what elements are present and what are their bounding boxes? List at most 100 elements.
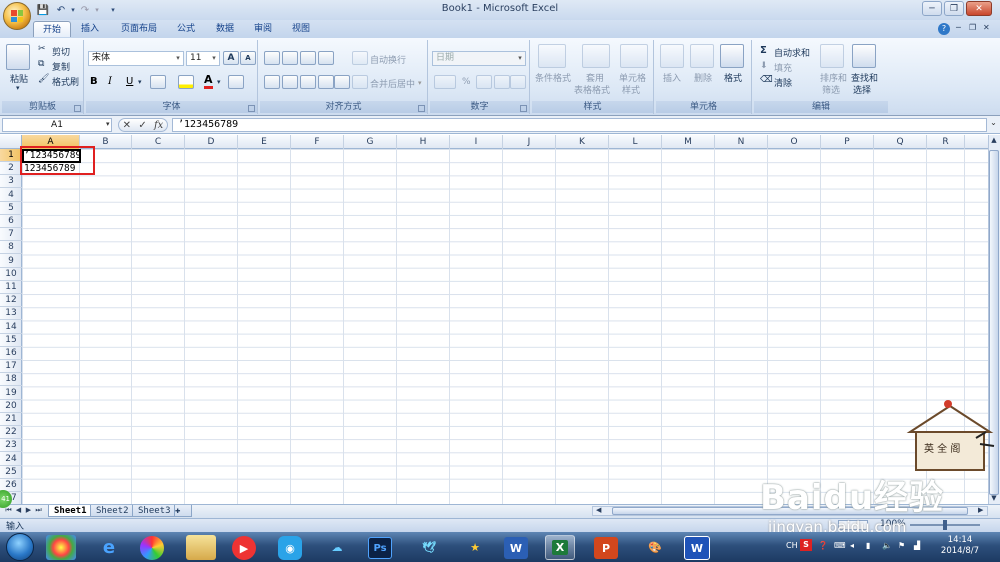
cut-label[interactable]: 剪切: [52, 45, 70, 58]
scroll-right-icon[interactable]: ▶: [978, 506, 983, 514]
tab-page-layout[interactable]: 页面布局: [112, 21, 166, 37]
row-header-22[interactable]: 22: [0, 426, 22, 440]
keyboard-icon[interactable]: ⌨: [834, 541, 846, 550]
merge-dropdown-icon[interactable]: ▾: [418, 79, 422, 87]
wrap-text-label[interactable]: 自动换行: [370, 53, 406, 66]
font-name-select[interactable]: 宋体 ▾: [88, 51, 184, 66]
underline-dropdown-icon[interactable]: ▾: [138, 78, 142, 86]
alignment-launcher-icon[interactable]: [418, 105, 425, 112]
workbook-close-icon[interactable]: ✕: [983, 23, 990, 32]
decrease-indent-icon[interactable]: [318, 75, 334, 89]
format-as-table-icon[interactable]: [582, 44, 610, 68]
wrap-text-icon[interactable]: [352, 51, 368, 65]
align-center-icon[interactable]: [282, 75, 298, 89]
cut-icon[interactable]: ✂: [38, 44, 46, 54]
fill-color-icon[interactable]: [178, 75, 194, 89]
ribbon-restore-icon[interactable]: ❐: [969, 23, 976, 32]
sheet-tab-1[interactable]: Sheet1: [48, 505, 93, 517]
row-header-17[interactable]: 17: [0, 360, 22, 374]
column-header-f[interactable]: F: [291, 135, 344, 149]
comma-style-icon[interactable]: [476, 75, 492, 89]
cloud-icon[interactable]: ☁: [322, 535, 352, 560]
insert-sheet-icon[interactable]: ✚: [174, 505, 192, 517]
paste-dropdown-icon[interactable]: ▾: [16, 84, 20, 92]
clear-label[interactable]: 清除: [774, 76, 792, 89]
align-left-icon[interactable]: [264, 75, 280, 89]
ribbon-minimize-icon[interactable]: ─: [956, 23, 961, 32]
row-header-8[interactable]: 8: [0, 241, 22, 255]
sheet-tab-2[interactable]: Sheet2: [90, 505, 135, 517]
language-indicator[interactable]: CH: [786, 541, 798, 550]
row-header-10[interactable]: 10: [0, 268, 22, 281]
paint-icon[interactable]: 🎨: [640, 535, 670, 560]
expand-formula-bar-icon[interactable]: ⌄: [988, 118, 999, 132]
column-header-m[interactable]: M: [662, 135, 715, 149]
format-cells-label[interactable]: 格式: [724, 71, 742, 84]
row-header-7[interactable]: 7: [0, 228, 22, 242]
speaker-icon[interactable]: 🔈: [882, 541, 892, 550]
row-header-25[interactable]: 25: [0, 466, 22, 479]
photoshop-icon[interactable]: Ps: [368, 537, 392, 559]
tab-review[interactable]: 审阅: [245, 21, 281, 37]
orientation-icon[interactable]: [318, 51, 334, 65]
column-header-e[interactable]: E: [238, 135, 291, 149]
column-header-i[interactable]: I: [450, 135, 503, 149]
clipboard-launcher-icon[interactable]: [74, 105, 81, 112]
row-header-13[interactable]: 13: [0, 307, 22, 321]
column-header-h[interactable]: H: [397, 135, 450, 149]
row-header-24[interactable]: 24: [0, 453, 22, 466]
column-header-j[interactable]: J: [503, 135, 556, 149]
row-header-6[interactable]: 6: [0, 215, 22, 228]
column-header-r[interactable]: R: [927, 135, 965, 149]
format-as-table-label-2[interactable]: 表格格式: [574, 83, 610, 96]
paste-icon[interactable]: [6, 44, 30, 70]
row-header-19[interactable]: 19: [0, 387, 22, 400]
insert-cells-icon[interactable]: [660, 44, 684, 68]
ie-icon[interactable]: e: [94, 535, 124, 560]
prev-sheet-icon[interactable]: ◀: [14, 506, 23, 515]
percent-button[interactable]: %: [462, 77, 471, 87]
align-middle-icon[interactable]: [282, 51, 298, 65]
fill-label[interactable]: 填充: [774, 61, 792, 74]
row-header-21[interactable]: 21: [0, 413, 22, 426]
column-header-k[interactable]: K: [556, 135, 609, 149]
row-header-16[interactable]: 16: [0, 347, 22, 360]
font-color-dropdown-icon[interactable]: ▾: [217, 78, 221, 86]
insert-function-icon[interactable]: fx: [154, 120, 163, 131]
conditional-format-label[interactable]: 条件格式: [535, 71, 571, 84]
zoom-slider-thumb[interactable]: [943, 520, 947, 530]
column-header-o[interactable]: O: [768, 135, 821, 149]
align-top-icon[interactable]: [264, 51, 280, 65]
grow-font-button[interactable]: A: [223, 51, 239, 65]
delete-cells-icon[interactable]: [690, 44, 714, 68]
scroll-up-icon[interactable]: ▲: [989, 136, 999, 148]
underline-button[interactable]: U: [126, 76, 133, 87]
row-header-23[interactable]: 23: [0, 439, 22, 453]
game-app-icon[interactable]: ★: [460, 535, 490, 560]
binoculars-icon[interactable]: [852, 44, 876, 68]
font-color-icon[interactable]: A: [204, 74, 213, 89]
system-clock[interactable]: 14:14 2014/8/7: [938, 535, 982, 557]
row-header-9[interactable]: 9: [0, 255, 22, 268]
number-launcher-icon[interactable]: [520, 105, 527, 112]
photos-icon[interactable]: [140, 536, 164, 560]
help-icon[interactable]: ?: [938, 23, 950, 35]
column-header-q[interactable]: Q: [874, 135, 927, 149]
column-header-g[interactable]: G: [344, 135, 397, 149]
row-header-5[interactable]: 5: [0, 202, 22, 215]
sheet-tab-3[interactable]: Sheet3: [132, 505, 177, 517]
tab-view[interactable]: 视图: [283, 21, 319, 37]
phonetic-icon[interactable]: [228, 75, 244, 89]
merge-center-icon[interactable]: [352, 75, 368, 89]
restore-button[interactable]: ❐: [944, 1, 964, 16]
increase-indent-icon[interactable]: [334, 75, 350, 89]
column-header-n[interactable]: N: [715, 135, 768, 149]
bold-button[interactable]: B: [90, 76, 98, 87]
start-button[interactable]: [6, 533, 34, 561]
number-format-select[interactable]: 日期 ▾: [432, 51, 526, 66]
eraser-icon[interactable]: ⌫: [760, 75, 773, 85]
sort-filter-icon[interactable]: [820, 44, 844, 68]
formula-input[interactable]: ’123456789: [172, 118, 987, 132]
delete-cells-label[interactable]: 删除: [694, 71, 712, 84]
cell-styles-icon[interactable]: [620, 44, 648, 68]
